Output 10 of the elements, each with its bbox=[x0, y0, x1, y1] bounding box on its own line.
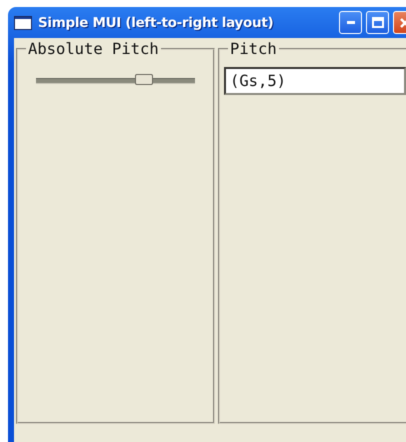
maximize-icon bbox=[372, 17, 384, 28]
minimize-icon bbox=[346, 21, 354, 24]
window-icon bbox=[14, 16, 32, 30]
minimize-button[interactable] bbox=[339, 11, 362, 34]
maximize-button[interactable] bbox=[366, 11, 389, 34]
pitch-field[interactable]: (Gs,5) bbox=[224, 67, 406, 95]
slider-thumb[interactable] bbox=[135, 74, 154, 85]
group-label: Pitch bbox=[229, 40, 278, 58]
group-label: Absolute Pitch bbox=[27, 40, 160, 58]
window-title: Simple MUI (left-to-right layout) bbox=[38, 14, 274, 30]
